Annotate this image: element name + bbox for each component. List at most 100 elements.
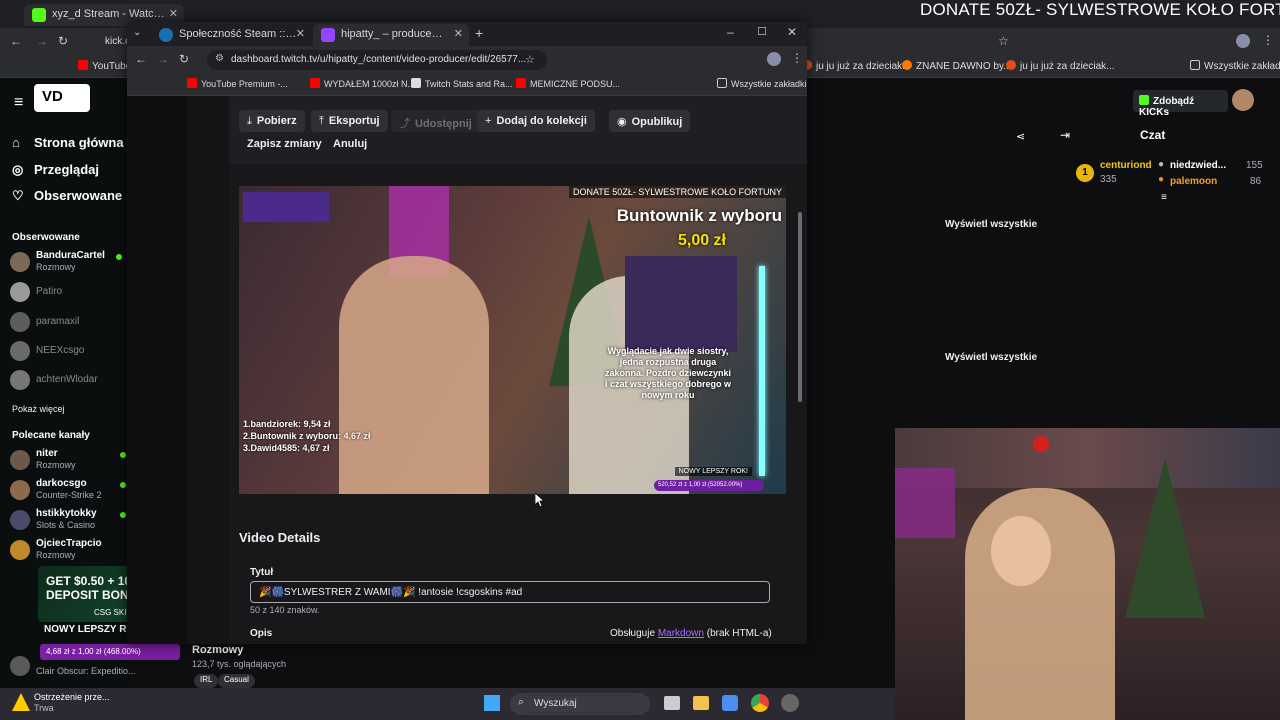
neon-light bbox=[759, 266, 765, 476]
cancel-button[interactable]: Anuluj bbox=[325, 133, 375, 155]
nav-browse[interactable]: ◎ Przeglądaj bbox=[12, 162, 99, 178]
close-tab-icon[interactable]: ✕ bbox=[296, 27, 305, 40]
heart-icon: ♡ bbox=[12, 188, 24, 203]
live-dot-icon bbox=[116, 254, 122, 260]
followed-channel[interactable]: Patiro bbox=[10, 280, 128, 306]
leader-name[interactable]: niedzwied... bbox=[1170, 160, 1226, 171]
new-tab-icon[interactable]: + bbox=[475, 25, 483, 41]
taskbar-search[interactable]: ⌕ Wyszukaj bbox=[510, 693, 650, 715]
close-window-icon[interactable]: ✕ bbox=[787, 25, 797, 39]
expand-icon[interactable]: ≡ bbox=[1161, 192, 1167, 203]
twitch-browser-window: ⌄ Społeczność Steam :: szyszka ✕ hipatty… bbox=[127, 22, 807, 644]
streamer-figure-left bbox=[339, 256, 489, 494]
bookmark-item[interactable]: YouTube Premium -... bbox=[187, 78, 288, 89]
stream-category[interactable]: Rozmowy bbox=[192, 644, 243, 656]
tab-video-producer[interactable]: hipatty_ – producent wideo ✕ bbox=[313, 24, 469, 46]
nav-home[interactable]: ⌂ Strona główna bbox=[12, 135, 124, 150]
avatar bbox=[10, 282, 30, 302]
export-button[interactable]: ⤒ Eksportuj bbox=[311, 110, 388, 132]
profile-icon[interactable] bbox=[1236, 34, 1250, 48]
bookmark-item[interactable]: ZNANE DAWNO by... bbox=[902, 60, 1012, 72]
followed-channel[interactable]: BanduraCartel Rozmowy bbox=[10, 250, 128, 276]
menu-dots-icon[interactable]: ⋮ bbox=[1262, 33, 1274, 47]
hamburger-menu-icon[interactable]: ≡ bbox=[14, 94, 23, 112]
windows-start-icon[interactable] bbox=[484, 695, 500, 711]
tab-search-icon[interactable]: ⌄ bbox=[133, 27, 141, 38]
address-bar[interactable]: ⚙ dashboard.twitch.tv/u/hipatty_/content… bbox=[207, 50, 547, 70]
recommended-channel[interactable]: hstikkytokky Slots & Casino bbox=[10, 508, 128, 534]
followed-channel[interactable]: paramaxil bbox=[10, 310, 128, 336]
bookmark-item[interactable]: YouTube bbox=[78, 60, 131, 72]
back-arrow-icon[interactable]: ← bbox=[10, 34, 22, 48]
forward-arrow-icon[interactable]: → bbox=[36, 34, 48, 48]
tab-steam[interactable]: Społeczność Steam :: szyszka ✕ bbox=[151, 24, 311, 46]
get-kicks-button[interactable]: Zdobądź KICKs bbox=[1133, 90, 1228, 118]
leader-name[interactable]: centuriond bbox=[1100, 160, 1152, 171]
maximize-icon[interactable]: ☐ bbox=[757, 25, 767, 38]
site-info-icon[interactable]: ⚙ bbox=[215, 53, 224, 64]
christmas-tree bbox=[1125, 458, 1205, 618]
app-icon[interactable] bbox=[781, 694, 799, 712]
bookmark-star-icon[interactable]: ☆ bbox=[998, 34, 1009, 48]
close-tab-icon[interactable]: ✕ bbox=[169, 7, 178, 20]
file-explorer-icon[interactable] bbox=[693, 696, 709, 710]
bookmark-star-icon[interactable]: ☆ bbox=[525, 53, 535, 66]
kick-logo[interactable]: VD bbox=[34, 84, 90, 112]
leader-name[interactable]: palemoon bbox=[1170, 176, 1217, 187]
tag-casual[interactable]: Casual bbox=[218, 674, 255, 688]
reload-icon[interactable]: ↻ bbox=[58, 34, 68, 48]
tag-irl[interactable]: IRL bbox=[194, 674, 219, 688]
user-avatar[interactable] bbox=[1232, 89, 1254, 111]
bookmark-item[interactable]: ju ju już za dzieciak... bbox=[802, 60, 911, 72]
download-button[interactable]: ⤓ Pobierz bbox=[239, 110, 305, 132]
followed-channel[interactable]: NEEXcsgo bbox=[10, 339, 128, 365]
followed-channel[interactable]: achtenWlodar bbox=[10, 368, 128, 394]
store-icon[interactable] bbox=[722, 695, 738, 711]
chrome-icon[interactable] bbox=[751, 694, 769, 712]
back-arrow-icon[interactable]: ← bbox=[135, 52, 147, 66]
minimize-icon[interactable]: – bbox=[727, 25, 734, 39]
front-urlbar: ← → ↻ ⚙ dashboard.twitch.tv/u/hipatty_/c… bbox=[127, 46, 807, 74]
close-tab-icon[interactable]: ✕ bbox=[454, 27, 463, 40]
donation-goal-bar: 520,52 zł z 1,00 zł (52052.00%) bbox=[654, 480, 764, 491]
avatar bbox=[10, 370, 30, 390]
add-to-collection-button[interactable]: + Dodaj do kolekcji bbox=[477, 110, 595, 132]
markdown-link[interactable]: Markdown bbox=[658, 628, 704, 639]
recommended-channel[interactable]: niter Rozmowy bbox=[10, 448, 128, 474]
twitch-favicon-icon bbox=[321, 28, 335, 42]
weather-widget[interactable]: Ostrzeżenie prze... Trwa bbox=[34, 692, 110, 714]
share-icon[interactable]: ⋖ bbox=[1016, 130, 1025, 143]
recommended-channel[interactable]: darkocsgo Counter-Strike 2 bbox=[10, 478, 128, 504]
recommended-heading: Polecane kanały bbox=[12, 430, 90, 441]
menu-dots-icon[interactable]: ⋮ bbox=[791, 51, 803, 65]
bookmark-item[interactable]: Twitch Stats and Ra... bbox=[411, 78, 513, 89]
leaderboard-line: 3.Dawid4585: 4,67 zł bbox=[243, 443, 330, 453]
show-all-button[interactable]: Wyświetl wszystkie bbox=[945, 352, 1037, 363]
bookmark-item[interactable]: MEMICZNE PODSU... bbox=[516, 78, 620, 89]
save-changes-button[interactable]: Zapisz zmiany bbox=[239, 133, 330, 155]
live-dot-icon bbox=[120, 482, 126, 488]
share-button[interactable]: ⤴ Udostępnij bbox=[391, 110, 480, 132]
bookmark-item[interactable]: WYDAŁEM 1000zł N... bbox=[310, 78, 415, 89]
reload-icon[interactable]: ↻ bbox=[179, 52, 189, 66]
bookmark-item[interactable]: ju ju już za dzieciak... bbox=[1006, 60, 1115, 72]
recommended-channel[interactable]: OjciecTrapcio Rozmowy bbox=[10, 538, 128, 564]
title-input[interactable]: 🎉🎆SYLWESTRER Z WAMI🎆🎉 !antosie !csgoskin… bbox=[250, 581, 770, 603]
forward-arrow-icon[interactable]: → bbox=[157, 52, 169, 66]
publish-button[interactable]: ◉ Opublikuj bbox=[609, 110, 691, 132]
profile-icon[interactable] bbox=[767, 52, 781, 66]
scrollbar-thumb[interactable] bbox=[798, 212, 802, 402]
donation-message: Wyglądacie jak dwie siostry, jedna rozpu… bbox=[604, 346, 732, 400]
all-bookmarks[interactable]: Wszystkie zakładki bbox=[1190, 60, 1280, 72]
task-view-icon[interactable] bbox=[664, 696, 680, 710]
collapse-chat-icon[interactable]: ⇥ bbox=[1060, 128, 1070, 142]
show-all-button[interactable]: Wyświetl wszystkie bbox=[945, 219, 1037, 230]
streamer-face bbox=[991, 516, 1051, 586]
video-preview[interactable]: DONATE 50ZŁ- SYLWESTROWE KOŁO FORTUNY Bu… bbox=[239, 186, 786, 494]
show-more-link[interactable]: Pokaż więcej bbox=[12, 404, 65, 414]
overlay-banner: DONATE 50ZŁ- SYLWESTROWE KOŁO FORTUNY bbox=[568, 186, 786, 198]
nav-following[interactable]: ♡ Obserwowane bbox=[12, 188, 122, 204]
all-bookmarks[interactable]: Wszystkie zakładki bbox=[717, 78, 807, 89]
streamer-webcam-video[interactable] bbox=[895, 428, 1280, 720]
front-tabbar: ⌄ Społeczność Steam :: szyszka ✕ hipatty… bbox=[127, 22, 807, 46]
